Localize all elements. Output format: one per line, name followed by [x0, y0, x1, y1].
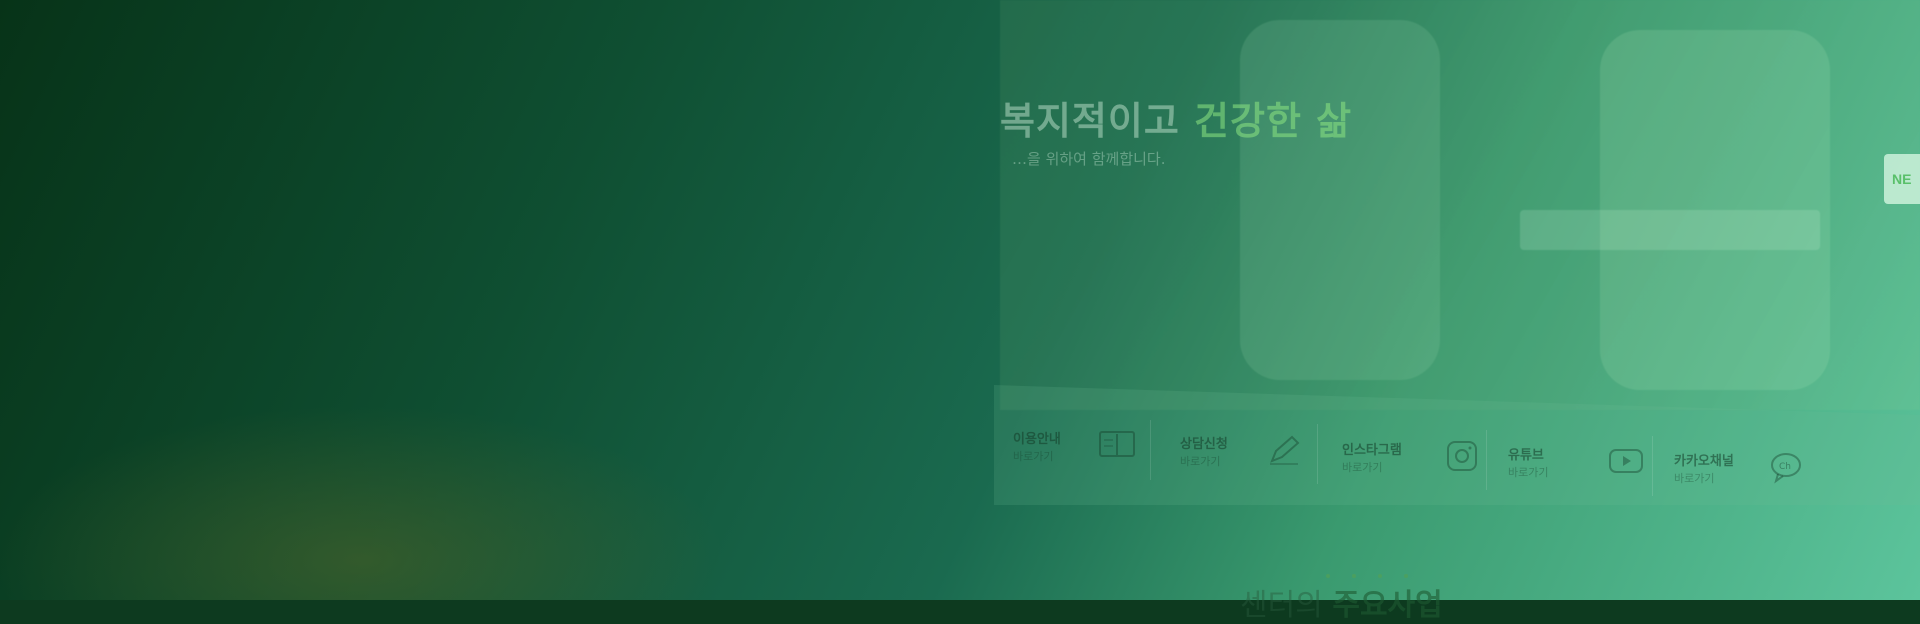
- quick-link-sub: 바로가기: [1674, 472, 1715, 485]
- hero-photo: [1000, 0, 1920, 410]
- quick-link-divider: [1317, 424, 1318, 484]
- quick-link-title: 유튜브: [1508, 448, 1544, 463]
- section-title-light: 센터의: [1240, 588, 1323, 623]
- hero-headline-text: 복지적이고: [1000, 99, 1180, 143]
- quick-link-divider: [1150, 420, 1151, 480]
- quick-link-sub: 바로가기: [1013, 450, 1054, 463]
- hero-next-button[interactable]: NE: [1884, 154, 1920, 204]
- quick-link-consult[interactable]: 상담신청 바로가기: [1180, 433, 1340, 493]
- quick-link-title: 이용안내: [1013, 432, 1061, 447]
- hero-subline: …을 위하여 함께합니다.: [1012, 150, 1166, 168]
- quick-link-divider: [1652, 436, 1653, 496]
- quick-link-usage-guide[interactable]: 이용안내 바로가기: [1013, 428, 1173, 488]
- hero-headline-accent: 건강한 삶: [1194, 99, 1353, 143]
- pencil-icon: [1264, 433, 1304, 467]
- quick-link-sub: 바로가기: [1180, 455, 1221, 468]
- hero-headline: 복지적이고 건강한 삶: [1000, 90, 1352, 145]
- photo-table: [1520, 210, 1820, 250]
- photo-figure-left: [1240, 20, 1440, 380]
- quick-link-sub: 바로가기: [1508, 466, 1549, 479]
- quick-link-sub: 바로가기: [1342, 461, 1383, 474]
- quick-link-instagram[interactable]: 인스타그램 바로가기: [1342, 439, 1502, 499]
- svg-text:Ch: Ch: [1779, 462, 1791, 472]
- section-title-bold: 주요사업: [1332, 588, 1443, 623]
- book-icon: [1097, 428, 1137, 462]
- quick-link-kakao[interactable]: 카카오채널 바로가기 Ch: [1674, 450, 1834, 510]
- quick-link-title: 카카오채널: [1674, 454, 1734, 469]
- quick-link-youtube[interactable]: 유튜브 바로가기: [1508, 444, 1668, 504]
- instagram-icon: [1442, 439, 1482, 473]
- kakao-chat-icon: Ch: [1766, 450, 1806, 484]
- quick-link-title: 상담신청: [1180, 437, 1228, 452]
- section-title: 센터의 주요사업: [1240, 580, 1443, 624]
- youtube-icon: [1606, 444, 1646, 478]
- quick-link-divider: [1486, 430, 1487, 490]
- quick-link-title: 인스타그램: [1342, 443, 1402, 458]
